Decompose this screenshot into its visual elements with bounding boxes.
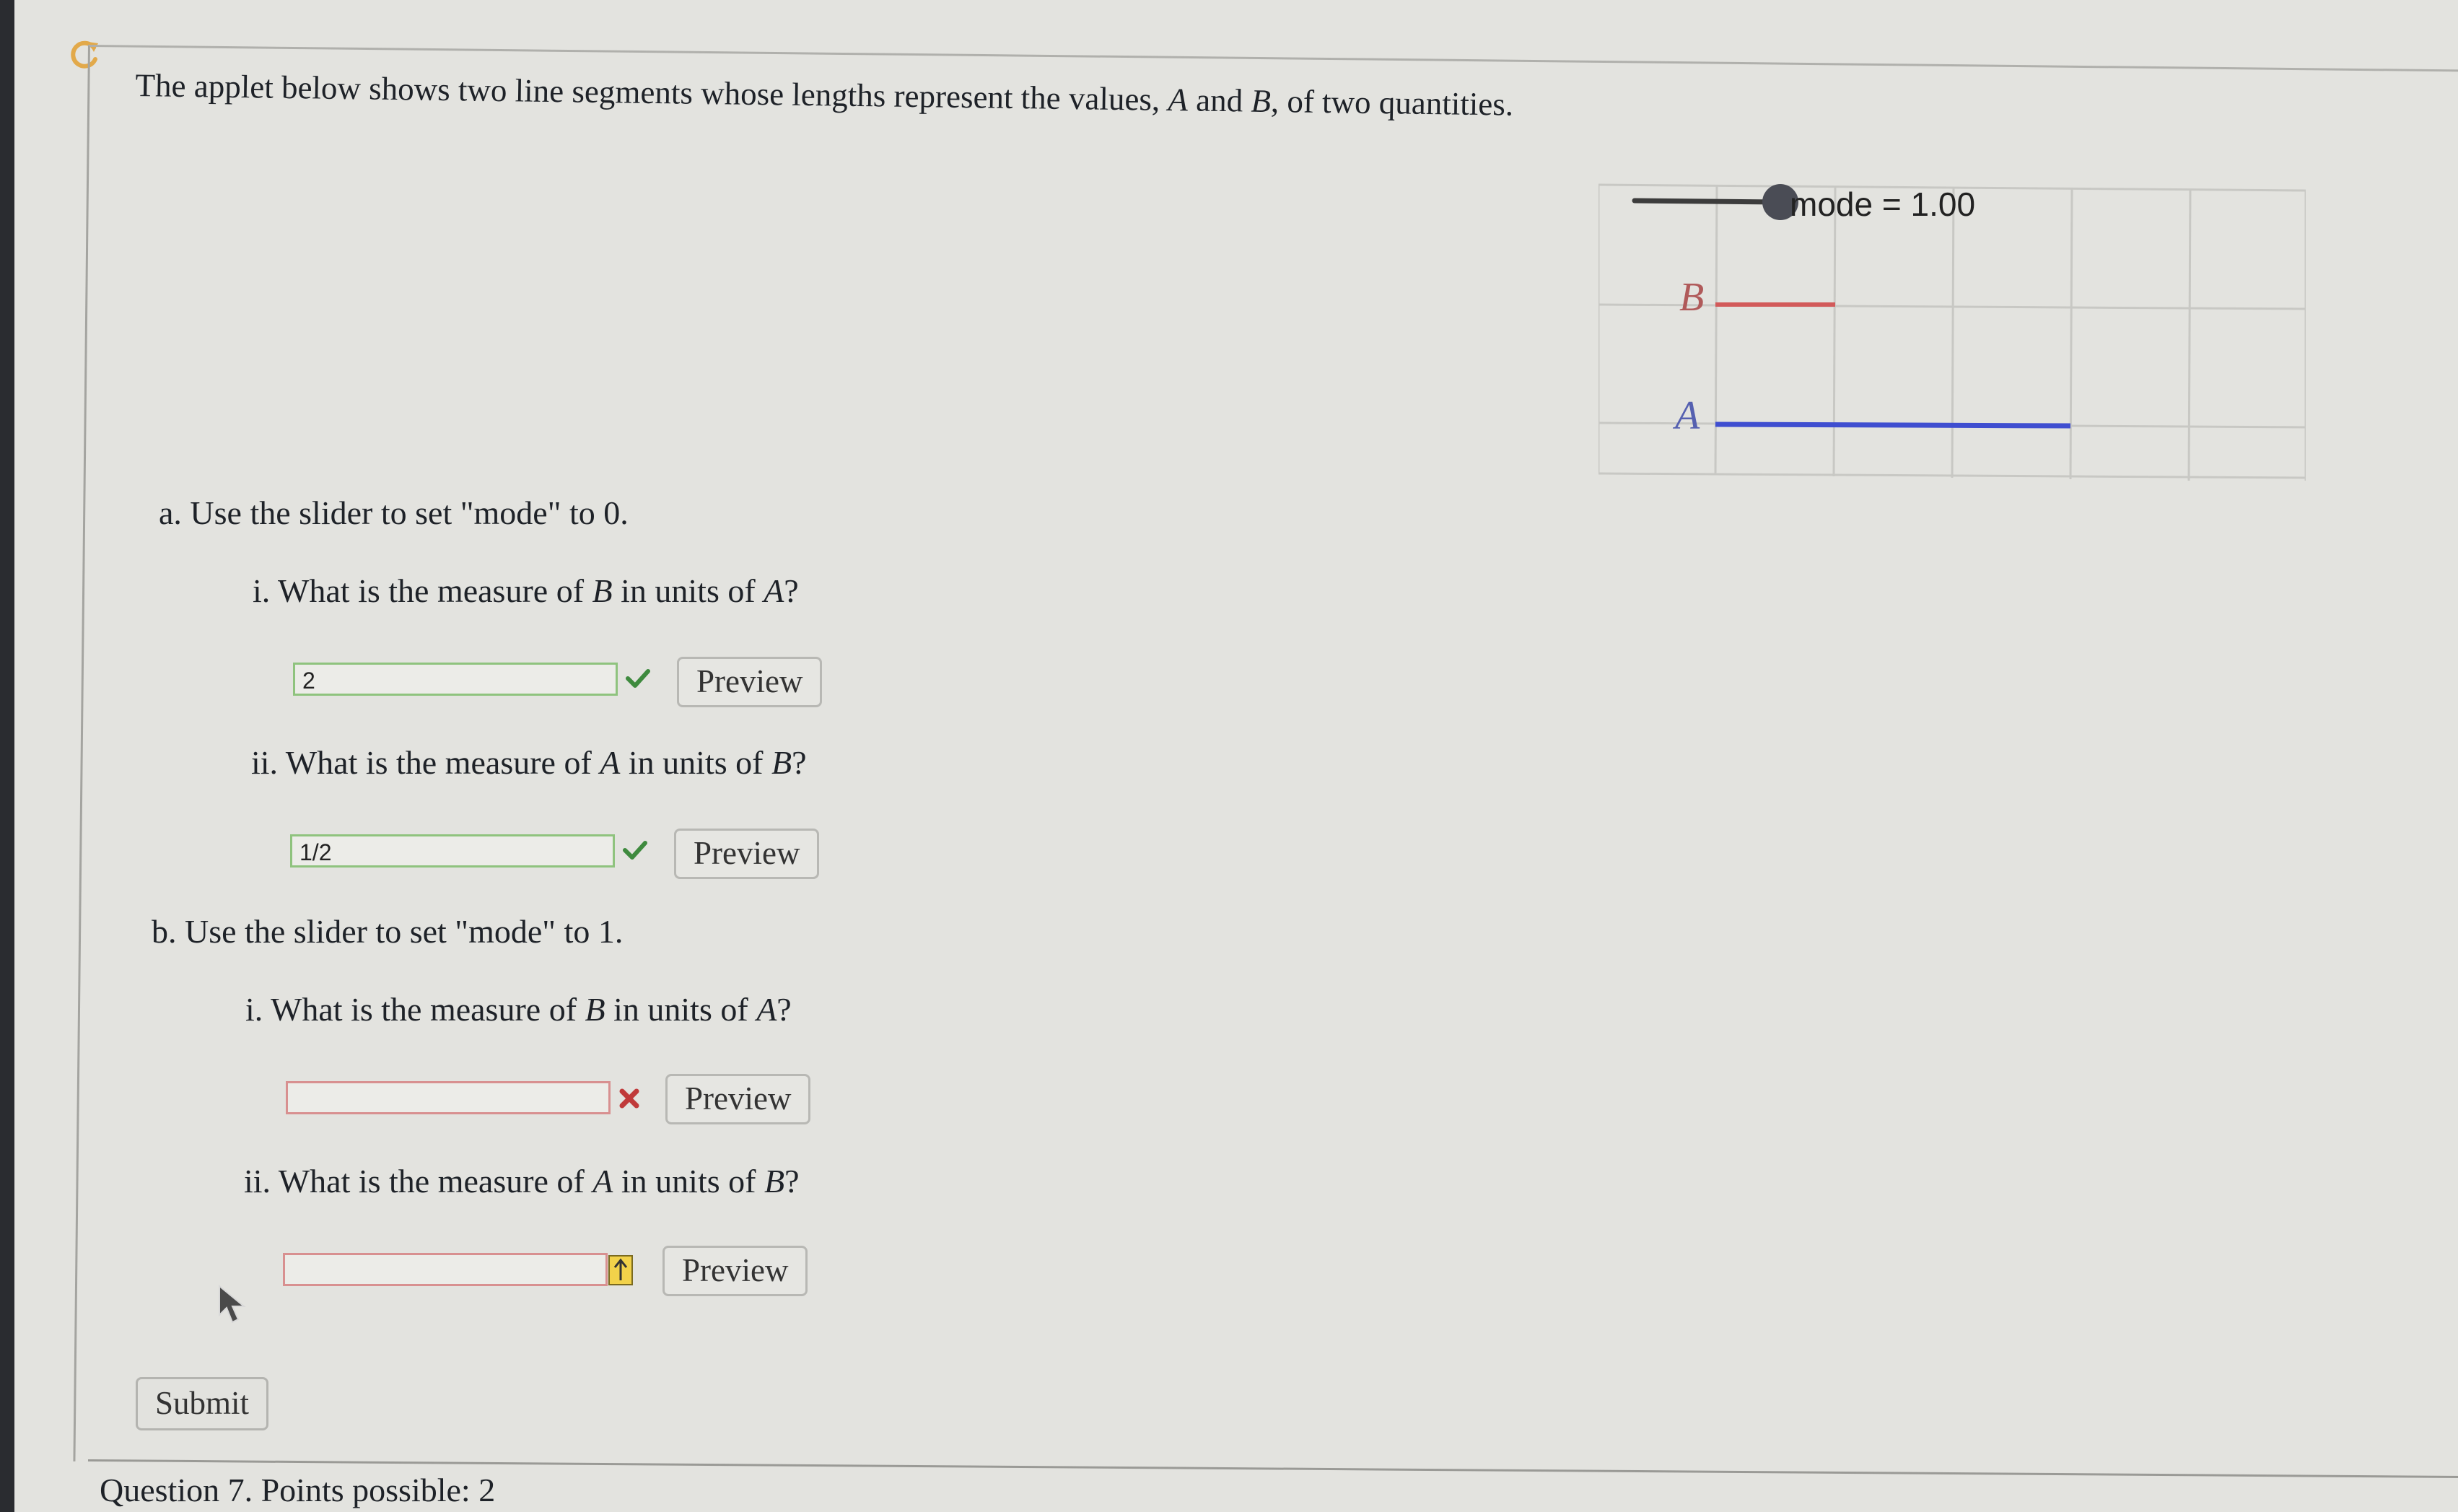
incorrect-x-icon [619, 1088, 639, 1109]
attention-arrow-icon [608, 1255, 633, 1285]
next-question-header: Question 7. Points possible: 2 [100, 1472, 496, 1508]
part-a-question-1: i. What is the measure of B in units of … [253, 572, 799, 609]
part-b-instruction: b. Use the slider to set "mode" to 1. [152, 913, 624, 950]
submit-button[interactable]: Submit [136, 1377, 269, 1430]
part-a-q1-preview-button[interactable]: Preview [677, 657, 823, 707]
segment-a [1715, 421, 2071, 429]
part-a-q1-answer-input[interactable]: 2 [293, 663, 618, 696]
intro-var-b: B [1251, 82, 1272, 119]
correct-check-icon [626, 669, 650, 688]
slider-readout: mode = 1.00 [1790, 185, 1976, 223]
part-b-q2-answer-input[interactable] [283, 1253, 608, 1286]
part-a-q2-preview-button[interactable]: Preview [674, 829, 820, 879]
part-b-q1-preview-button[interactable]: Preview [665, 1074, 811, 1124]
part-b-q2-preview-button[interactable]: Preview [662, 1246, 808, 1296]
part-b-question-1: i. What is the measure of B in units of … [245, 991, 792, 1028]
applet-grid [1598, 183, 2306, 481]
part-b-q1-answer-input[interactable] [286, 1081, 611, 1114]
screen-bezel [0, 0, 14, 1512]
segment-applet[interactable]: mode = 1.00 B A [1598, 172, 2306, 482]
mouse-cursor-icon [219, 1284, 246, 1324]
part-a-question-2: ii. What is the measure of A in units of… [251, 744, 807, 781]
slider-track[interactable] [1632, 198, 1780, 205]
question-page: The applet below shows two line segments… [14, 0, 2458, 1512]
correct-check-icon [623, 841, 647, 860]
intro-var-a: A [1168, 81, 1189, 118]
part-a-instruction: a. Use the slider to set "mode" to 0. [159, 494, 629, 531]
part-b-question-2: ii. What is the measure of A in units of… [244, 1163, 800, 1199]
segment-a-label: A [1675, 393, 1700, 438]
part-a-q2-answer-input[interactable]: 1/2 [290, 834, 615, 868]
segment-b-label: B [1679, 275, 1705, 320]
